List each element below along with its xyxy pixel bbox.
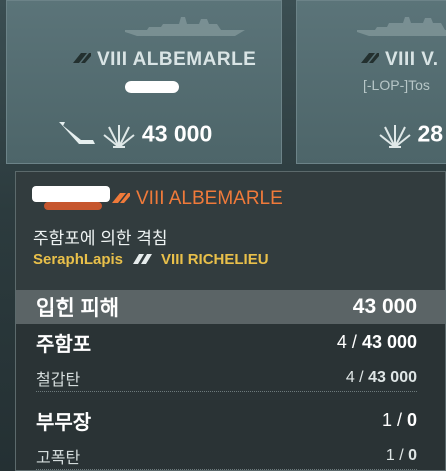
victim-ship: VIII RICHELIEU <box>161 251 269 268</box>
divider <box>36 391 417 392</box>
total-damage-label: 입힌 피해 <box>36 297 120 320</box>
torpedo-icon <box>59 122 95 144</box>
player-name: [-LOP-]Tos <box>363 77 430 93</box>
ship-name: VIII V. <box>357 49 439 71</box>
ship-name: VIII ALBEMARLE <box>69 49 256 71</box>
row-label: 고폭탄 <box>36 450 81 467</box>
victim-player: SeraphLapis <box>33 251 124 268</box>
attacker-ship: VIII ALBEMARLE <box>108 188 283 210</box>
attacker-name-redacted-mark <box>44 202 102 210</box>
row-value: 1 / 0 <box>381 409 417 430</box>
secondary-battery-row: 부무장 1 / 0 <box>16 402 445 438</box>
row-label: 부무장 <box>36 411 92 434</box>
tooltip-header: VIII ALBEMARLE 주함포에 의한 격침 SeraphLapis VII… <box>16 172 445 290</box>
damage-burst-icon <box>103 125 136 148</box>
damage-stat: 28 <box>377 119 443 149</box>
ship-silhouette-icon <box>125 17 245 36</box>
row-value: 4 / 43 000 <box>336 331 417 352</box>
total-damage-row: 입힌 피해 43 000 <box>16 290 445 324</box>
ship-card-albemarle[interactable]: VIII ALBEMARLE 43 000 <box>6 0 282 164</box>
ship-card-v[interactable]: VIII V. [-LOP-]Tos 28 <box>296 0 446 164</box>
victim-info: SeraphLapis VIII RICHELIEU <box>33 251 269 268</box>
damage-value: 43 000 <box>141 120 213 147</box>
damage-burst-icon <box>379 125 411 148</box>
total-damage-value: 43 000 <box>352 295 417 318</box>
ap-shell-row: 철갑탄 4 / 43 000 <box>16 360 445 396</box>
main-battery-row: 주함포 4 / 43 000 <box>16 324 445 360</box>
attacker-name-redacted <box>32 186 110 202</box>
tier-mark-icon <box>112 193 130 203</box>
damage-stat: 43 000 <box>57 119 212 149</box>
kill-cause: 주함포에 의한 격침 <box>33 229 168 248</box>
row-label: 철갑탄 <box>36 372 81 389</box>
row-value: 1 / 0 <box>385 447 417 464</box>
damage-value: 28 <box>417 120 444 147</box>
tier-mark-icon <box>133 254 153 264</box>
divider <box>36 469 417 470</box>
kill-detail-tooltip: VIII ALBEMARLE 주함포에 의한 격침 SeraphLapis VII… <box>15 171 446 471</box>
row-value: 4 / 43 000 <box>345 369 417 386</box>
player-name-redacted <box>125 81 179 93</box>
he-shell-row: 고폭탄 1 / 0 <box>16 438 445 470</box>
tier-mark-icon <box>73 53 91 63</box>
row-label: 주함포 <box>36 333 92 356</box>
tier-mark-icon <box>361 53 379 63</box>
ship-silhouette-icon <box>357 17 446 36</box>
